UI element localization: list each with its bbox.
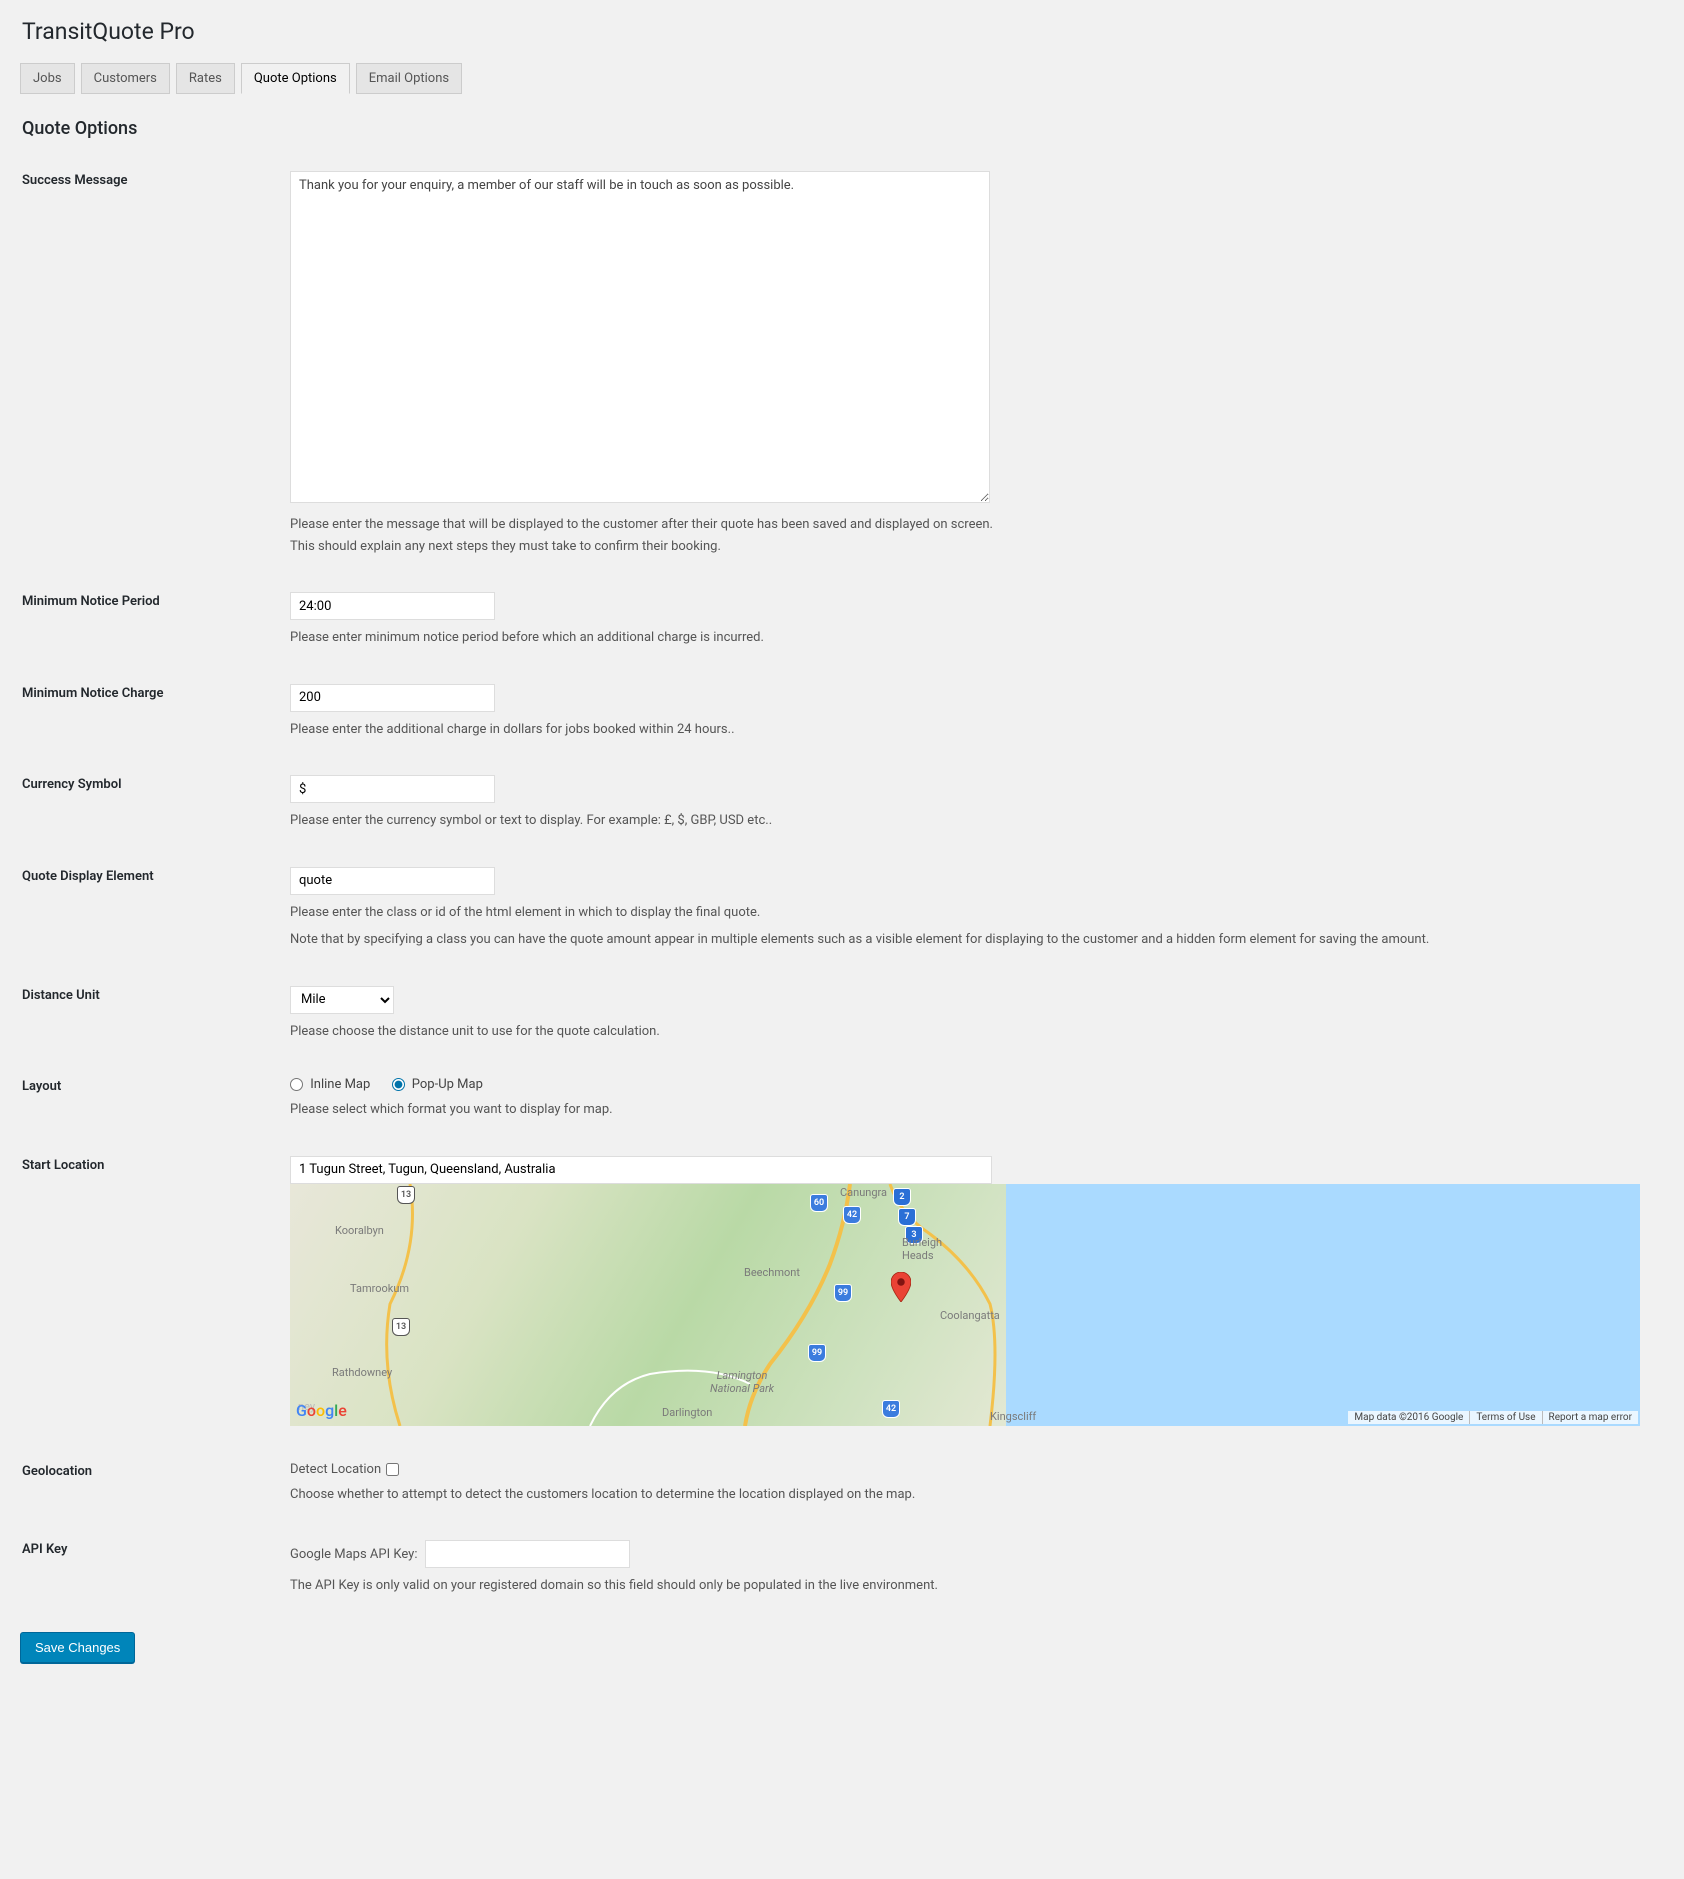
label-success-message: Success Message <box>20 161 290 582</box>
tab-jobs[interactable]: Jobs <box>20 63 75 94</box>
label-start-location: Start Location <box>20 1146 290 1452</box>
label-min-notice-period: Minimum Notice Period <box>20 582 290 674</box>
map-place-kooralbyn: Kooralbyn <box>335 1224 384 1237</box>
api-key-input[interactable] <box>425 1540 630 1568</box>
label-layout: Layout <box>20 1067 290 1146</box>
section-title: Quote Options <box>22 118 1664 139</box>
desc-currency-symbol: Please enter the currency symbol or text… <box>290 811 1654 831</box>
map-place-beechmont: Beechmont <box>744 1266 800 1279</box>
map-place-lamington: Lamington National Park <box>710 1369 774 1395</box>
label-geolocation: Geolocation <box>20 1452 290 1531</box>
google-logo: Google <box>296 1401 347 1420</box>
tab-quote-options[interactable]: Quote Options <box>241 63 350 94</box>
layout-radio-group: Inline Map Pop-Up Map <box>290 1077 1654 1092</box>
api-key-inline-label: Google Maps API Key: <box>290 1547 417 1562</box>
desc-api-key: The API Key is only valid on your regist… <box>290 1576 1654 1596</box>
map-credits-data: Map data ©2016 Google <box>1348 1411 1469 1424</box>
save-changes-button[interactable]: Save Changes <box>20 1632 135 1663</box>
layout-popup-radio[interactable] <box>392 1078 405 1091</box>
label-min-notice-charge: Minimum Notice Charge <box>20 674 290 766</box>
success-message-textarea[interactable] <box>290 171 990 503</box>
geolocation-checkbox-wrap: Detect Location <box>290 1462 399 1477</box>
desc-success-message-1: Please enter the message that will be di… <box>290 515 1654 535</box>
map-place-kingscliff: Kingscliff <box>990 1410 1036 1423</box>
desc-quote-display-element-1: Please enter the class or id of the html… <box>290 903 1654 923</box>
map-credits-report[interactable]: Report a map error <box>1542 1411 1638 1424</box>
nav-tabs: Jobs Customers Rates Quote Options Email… <box>20 63 1664 94</box>
layout-inline-text: Inline Map <box>310 1077 370 1092</box>
layout-popup-label[interactable]: Pop-Up Map <box>392 1077 483 1092</box>
layout-inline-label[interactable]: Inline Map <box>290 1077 374 1092</box>
settings-form: Success Message Please enter the message… <box>20 161 1664 1622</box>
label-api-key: API Key <box>20 1530 290 1622</box>
map-credits: Map data ©2016 Google Terms of Use Repor… <box>1348 1411 1638 1424</box>
map-place-coolangatta: Coolangatta <box>940 1309 1000 1322</box>
layout-popup-text: Pop-Up Map <box>412 1077 483 1092</box>
desc-geolocation: Choose whether to attempt to detect the … <box>290 1485 1654 1505</box>
quote-display-element-input[interactable] <box>290 867 495 895</box>
desc-distance-unit: Please choose the distance unit to use f… <box>290 1022 1654 1042</box>
map-place-burleigh: Burleigh Heads <box>902 1236 942 1262</box>
desc-min-notice-charge: Please enter the additional charge in do… <box>290 720 1654 740</box>
min-notice-charge-input[interactable] <box>290 684 495 712</box>
min-notice-period-input[interactable] <box>290 592 495 620</box>
map-place-tamrookum: Tamrookum <box>350 1282 409 1295</box>
page-title: TransitQuote Pro <box>22 18 1664 45</box>
distance-unit-select[interactable]: Mile <box>290 986 394 1014</box>
map-place-rathdowney: Rathdowney <box>332 1366 392 1379</box>
tab-customers[interactable]: Customers <box>81 63 170 94</box>
label-currency-symbol: Currency Symbol <box>20 765 290 857</box>
tab-email-options[interactable]: Email Options <box>356 63 462 94</box>
layout-inline-radio[interactable] <box>290 1078 303 1091</box>
desc-quote-display-element-2: Note that by specifying a class you can … <box>290 930 1654 950</box>
currency-symbol-input[interactable] <box>290 775 495 803</box>
map-place-canungra: Canungra <box>840 1186 887 1199</box>
map-preview[interactable]: 60 42 2 7 3 99 99 42 13 13 Kooralbyn Tam… <box>290 1184 1640 1426</box>
map-credits-terms[interactable]: Terms of Use <box>1469 1411 1541 1424</box>
start-location-input[interactable] <box>290 1156 992 1184</box>
desc-min-notice-period: Please enter minimum notice period befor… <box>290 628 1654 648</box>
label-quote-display-element: Quote Display Element <box>20 857 290 976</box>
tab-rates[interactable]: Rates <box>176 63 235 94</box>
label-distance-unit: Distance Unit <box>20 976 290 1068</box>
desc-layout: Please select which format you want to d… <box>290 1100 1654 1120</box>
desc-success-message-2: This should explain any next steps they … <box>290 537 1654 557</box>
geolocation-checkbox-label: Detect Location <box>290 1462 381 1477</box>
map-marker-icon <box>891 1272 911 1302</box>
geolocation-checkbox[interactable] <box>386 1463 399 1476</box>
map-place-darlington: Darlington <box>662 1406 712 1419</box>
